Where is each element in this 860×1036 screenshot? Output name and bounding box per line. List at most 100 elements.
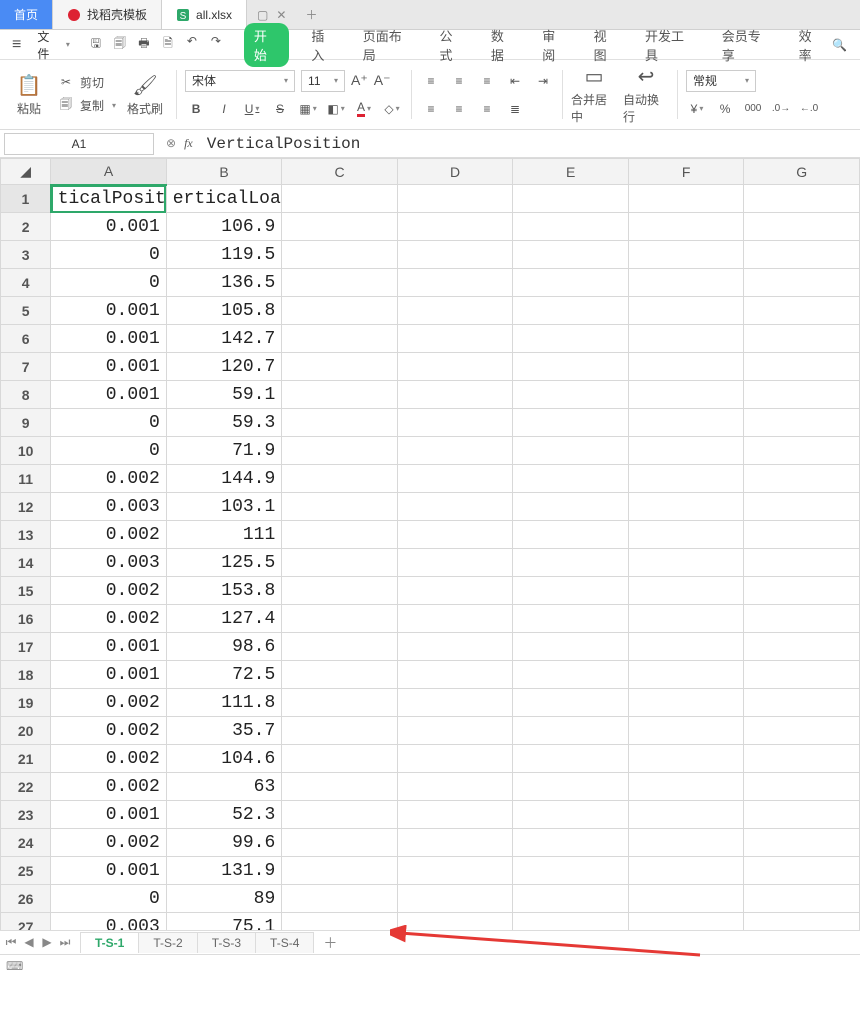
cell[interactable]: 59.3 — [166, 409, 282, 437]
cell[interactable] — [513, 549, 629, 577]
cell[interactable] — [744, 213, 860, 241]
cell[interactable] — [397, 577, 513, 605]
cell[interactable] — [513, 241, 629, 269]
undo-icon[interactable]: ↶ — [184, 34, 200, 55]
cell[interactable]: 0.001 — [51, 353, 167, 381]
ribbon-tab-dev[interactable]: 开发工具 — [641, 23, 700, 67]
cell[interactable]: 119.5 — [166, 241, 282, 269]
cell[interactable] — [744, 605, 860, 633]
cell[interactable]: 63 — [166, 773, 282, 801]
cell[interactable] — [628, 465, 744, 493]
cell[interactable]: 0.002 — [51, 829, 167, 857]
cell[interactable] — [282, 717, 398, 745]
cell[interactable] — [744, 269, 860, 297]
tab-home[interactable]: 首页 — [0, 0, 53, 29]
cell[interactable] — [282, 269, 398, 297]
cell[interactable] — [744, 185, 860, 213]
cell[interactable] — [744, 241, 860, 269]
cell[interactable]: 0 — [51, 885, 167, 913]
italic-button[interactable]: I — [213, 98, 235, 120]
cell[interactable] — [628, 353, 744, 381]
justify-icon[interactable]: ≣ — [504, 98, 526, 120]
cell[interactable] — [744, 297, 860, 325]
cell[interactable] — [282, 801, 398, 829]
row-header[interactable]: 10 — [1, 437, 51, 465]
row-header[interactable]: 11 — [1, 465, 51, 493]
cell[interactable] — [397, 241, 513, 269]
cell[interactable]: 0.001 — [51, 297, 167, 325]
row-header[interactable]: 4 — [1, 269, 51, 297]
ribbon-tab-formula[interactable]: 公式 — [435, 23, 468, 67]
indent-increase-icon[interactable]: ⇥ — [532, 70, 554, 92]
cell[interactable]: 0.002 — [51, 773, 167, 801]
hamburger-icon[interactable]: ≡ — [6, 36, 27, 54]
cell[interactable] — [513, 577, 629, 605]
cell[interactable] — [744, 885, 860, 913]
cell[interactable] — [282, 829, 398, 857]
col-header-D[interactable]: D — [397, 159, 513, 185]
col-header-C[interactable]: C — [282, 159, 398, 185]
cell[interactable]: 0.002 — [51, 689, 167, 717]
cell[interactable] — [513, 773, 629, 801]
cell[interactable]: 71.9 — [166, 437, 282, 465]
cell[interactable] — [628, 857, 744, 885]
row-header[interactable]: 18 — [1, 661, 51, 689]
cell[interactable] — [282, 521, 398, 549]
formula-input[interactable] — [201, 133, 860, 155]
cell[interactable] — [282, 437, 398, 465]
row-header[interactable]: 16 — [1, 605, 51, 633]
format-painter-button[interactable]: 🖌 格式刷 — [122, 64, 168, 125]
cell[interactable] — [744, 829, 860, 857]
cell[interactable] — [513, 745, 629, 773]
cell[interactable] — [397, 605, 513, 633]
align-top-icon[interactable]: ≡ — [420, 70, 442, 92]
cell[interactable]: 0.002 — [51, 717, 167, 745]
file-menu[interactable]: 文件 ▾ — [31, 28, 76, 62]
cell[interactable] — [744, 745, 860, 773]
cell[interactable] — [282, 465, 398, 493]
cell[interactable] — [282, 409, 398, 437]
cell[interactable] — [397, 829, 513, 857]
cell[interactable] — [513, 325, 629, 353]
cell[interactable]: 0.001 — [51, 325, 167, 353]
cell[interactable] — [628, 213, 744, 241]
cell[interactable] — [282, 885, 398, 913]
cell[interactable] — [628, 409, 744, 437]
clear-format-button[interactable]: ◇▾ — [381, 98, 403, 120]
cell[interactable] — [282, 633, 398, 661]
cell[interactable]: 0.001 — [51, 633, 167, 661]
cell[interactable] — [397, 297, 513, 325]
cell[interactable] — [628, 717, 744, 745]
increase-font-icon[interactable]: A⁺ — [351, 72, 368, 89]
ribbon-tab-review[interactable]: 审阅 — [538, 23, 571, 67]
cell[interactable]: ticalPosit — [51, 185, 167, 213]
cell[interactable]: 153.8 — [166, 577, 282, 605]
cell[interactable] — [282, 549, 398, 577]
cell[interactable]: 0.002 — [51, 745, 167, 773]
bold-button[interactable]: B — [185, 98, 207, 120]
percent-icon[interactable]: % — [714, 98, 736, 120]
cell[interactable] — [744, 437, 860, 465]
row-header[interactable]: 12 — [1, 493, 51, 521]
cell[interactable] — [628, 885, 744, 913]
cell[interactable] — [513, 913, 629, 931]
cell[interactable]: 106.9 — [166, 213, 282, 241]
cell[interactable] — [513, 689, 629, 717]
cell[interactable] — [397, 745, 513, 773]
paste-button[interactable]: 📋 粘贴 — [6, 64, 52, 125]
sheet-prev-icon[interactable]: ◀ — [22, 935, 36, 950]
cell[interactable] — [513, 829, 629, 857]
align-left-icon[interactable]: ≡ — [420, 98, 442, 120]
cell[interactable]: 0.002 — [51, 577, 167, 605]
cell[interactable]: 131.9 — [166, 857, 282, 885]
doc-restore-icon[interactable]: ▢ — [257, 8, 268, 22]
row-header[interactable]: 15 — [1, 577, 51, 605]
number-format-select[interactable]: 常规 ▾ — [686, 70, 756, 92]
row-header[interactable]: 5 — [1, 297, 51, 325]
row-header[interactable]: 24 — [1, 829, 51, 857]
record-macro-icon[interactable]: ⌨ — [6, 959, 23, 973]
row-header[interactable]: 7 — [1, 353, 51, 381]
cell[interactable] — [744, 689, 860, 717]
col-header-A[interactable]: A — [51, 159, 167, 185]
save-as-icon[interactable]: 🗐 — [112, 34, 128, 55]
